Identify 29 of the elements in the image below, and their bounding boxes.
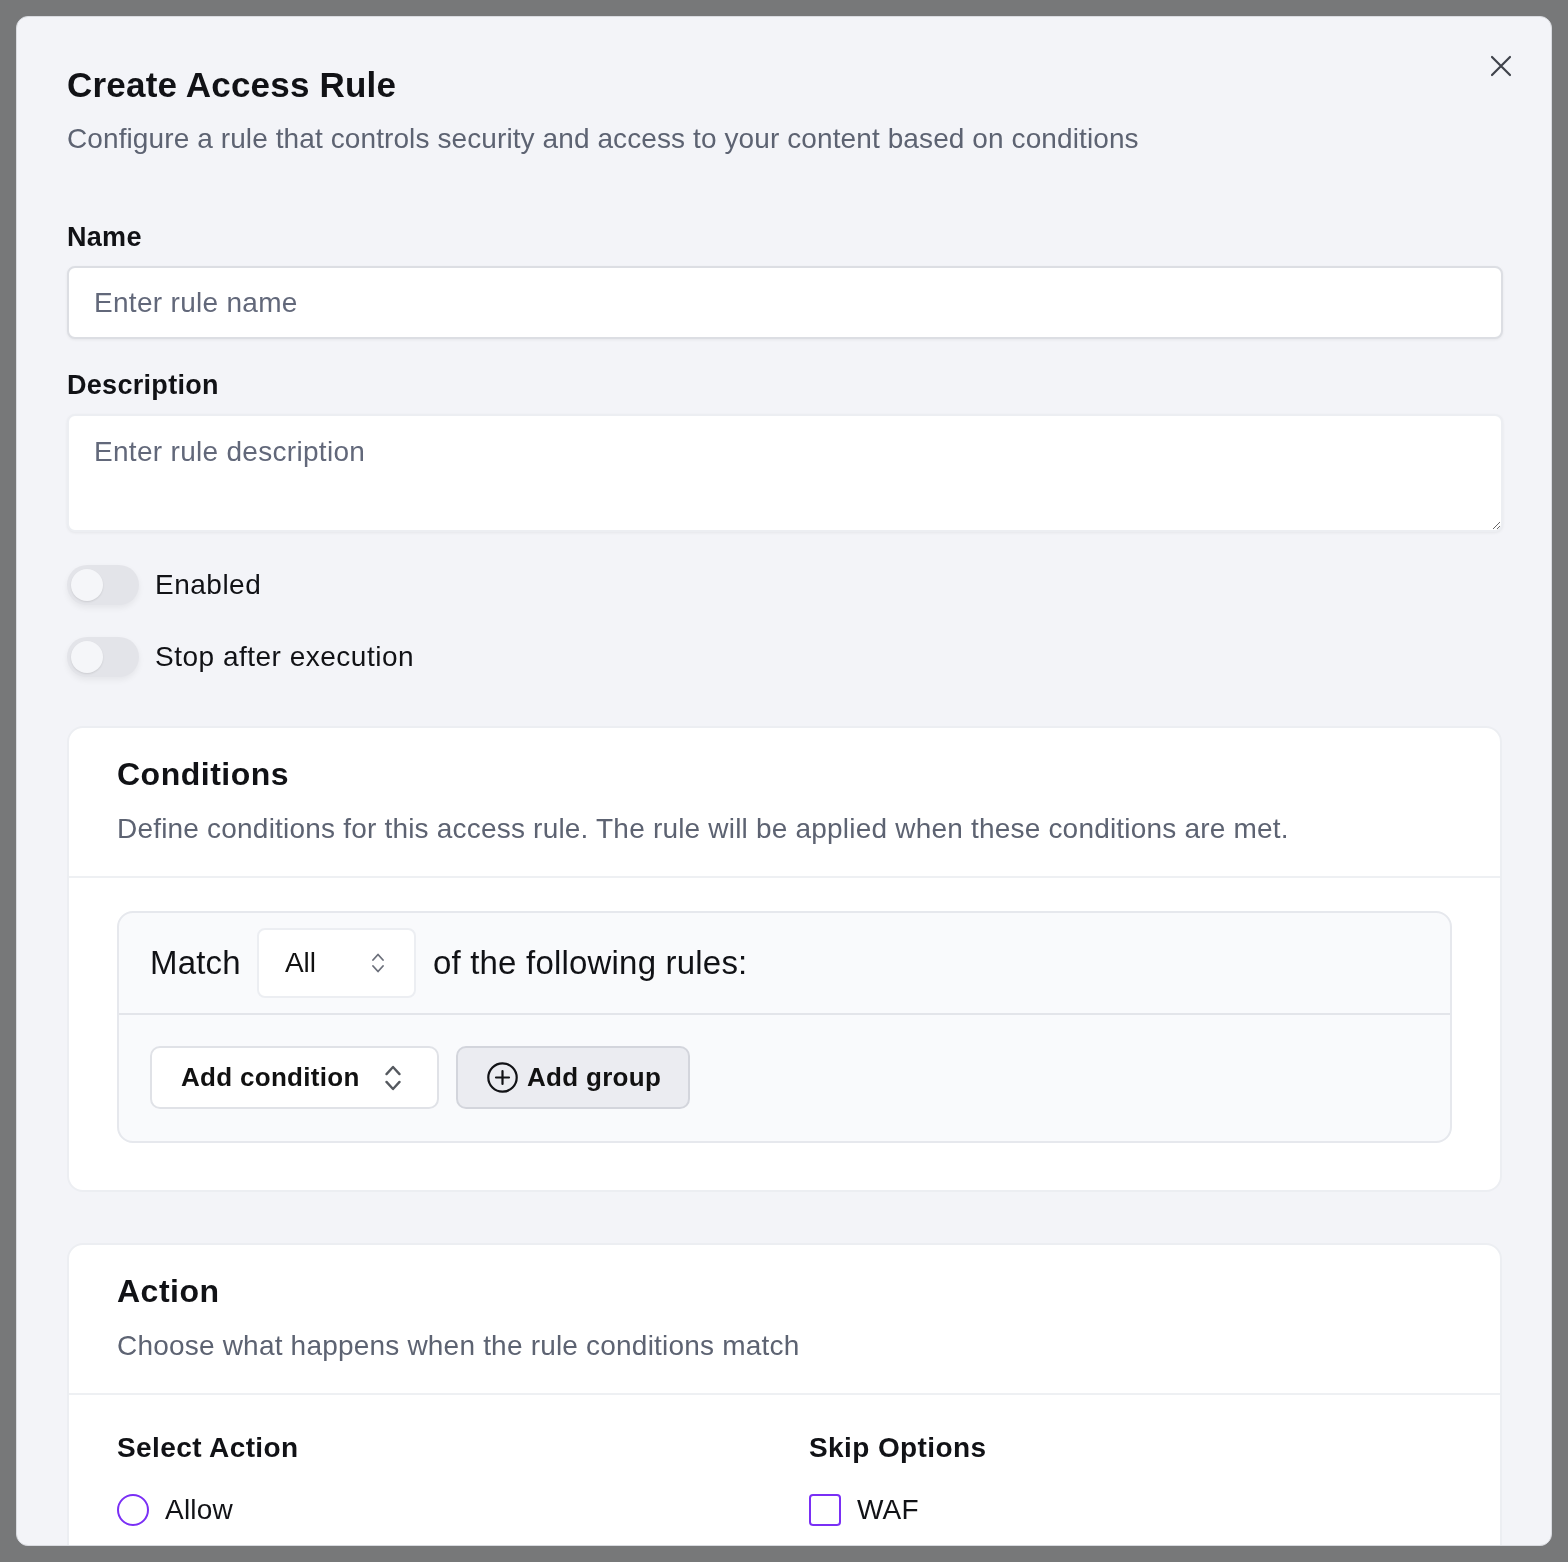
option-label: Allow	[165, 1493, 233, 1527]
input-field[interactable]: Enter rule name	[67, 266, 1503, 339]
chevron-updown-icon	[371, 953, 384, 973]
section-label: Skip Options	[809, 1431, 988, 1465]
close-icon[interactable]	[1490, 55, 1512, 77]
radio-button[interactable]	[117, 1494, 149, 1526]
checkbox[interactable]	[809, 1494, 841, 1526]
toggle-label: Enabled	[155, 568, 262, 602]
card-title: Action	[117, 1272, 221, 1311]
add-condition-select[interactable]: Add condition	[150, 1046, 439, 1109]
option-label: WAF	[857, 1493, 919, 1527]
section-label: Select Action	[117, 1431, 300, 1465]
card-title: Conditions	[117, 755, 291, 794]
match-select[interactable]: All	[256, 928, 416, 998]
field-label: Name	[67, 221, 143, 254]
toggle-label: Stop after execution	[155, 640, 415, 674]
match-label: Match	[150, 943, 241, 983]
match-suffix-text: of the following rules:	[432, 943, 748, 983]
chevron-updown-icon	[385, 1064, 401, 1091]
toggle-switch[interactable]	[67, 565, 139, 605]
dialog-subtitle: Configure a rule that controls security and access to your content based on conditions	[67, 122, 1140, 156]
field-label: Description	[67, 369, 220, 402]
plus-circle-icon	[487, 1062, 518, 1093]
toggle-switch[interactable]	[67, 637, 139, 677]
add-group-button[interactable]: Add group	[456, 1046, 691, 1109]
dialog-title: Create Access Rule	[67, 65, 398, 105]
card-description: Define conditions for this access rule. The rule will be applied when these conditions are met.	[117, 812, 1290, 846]
textarea-field[interactable]: Enter rule description	[67, 414, 1503, 532]
card-description: Choose what happens when the rule conditions match	[117, 1329, 801, 1363]
